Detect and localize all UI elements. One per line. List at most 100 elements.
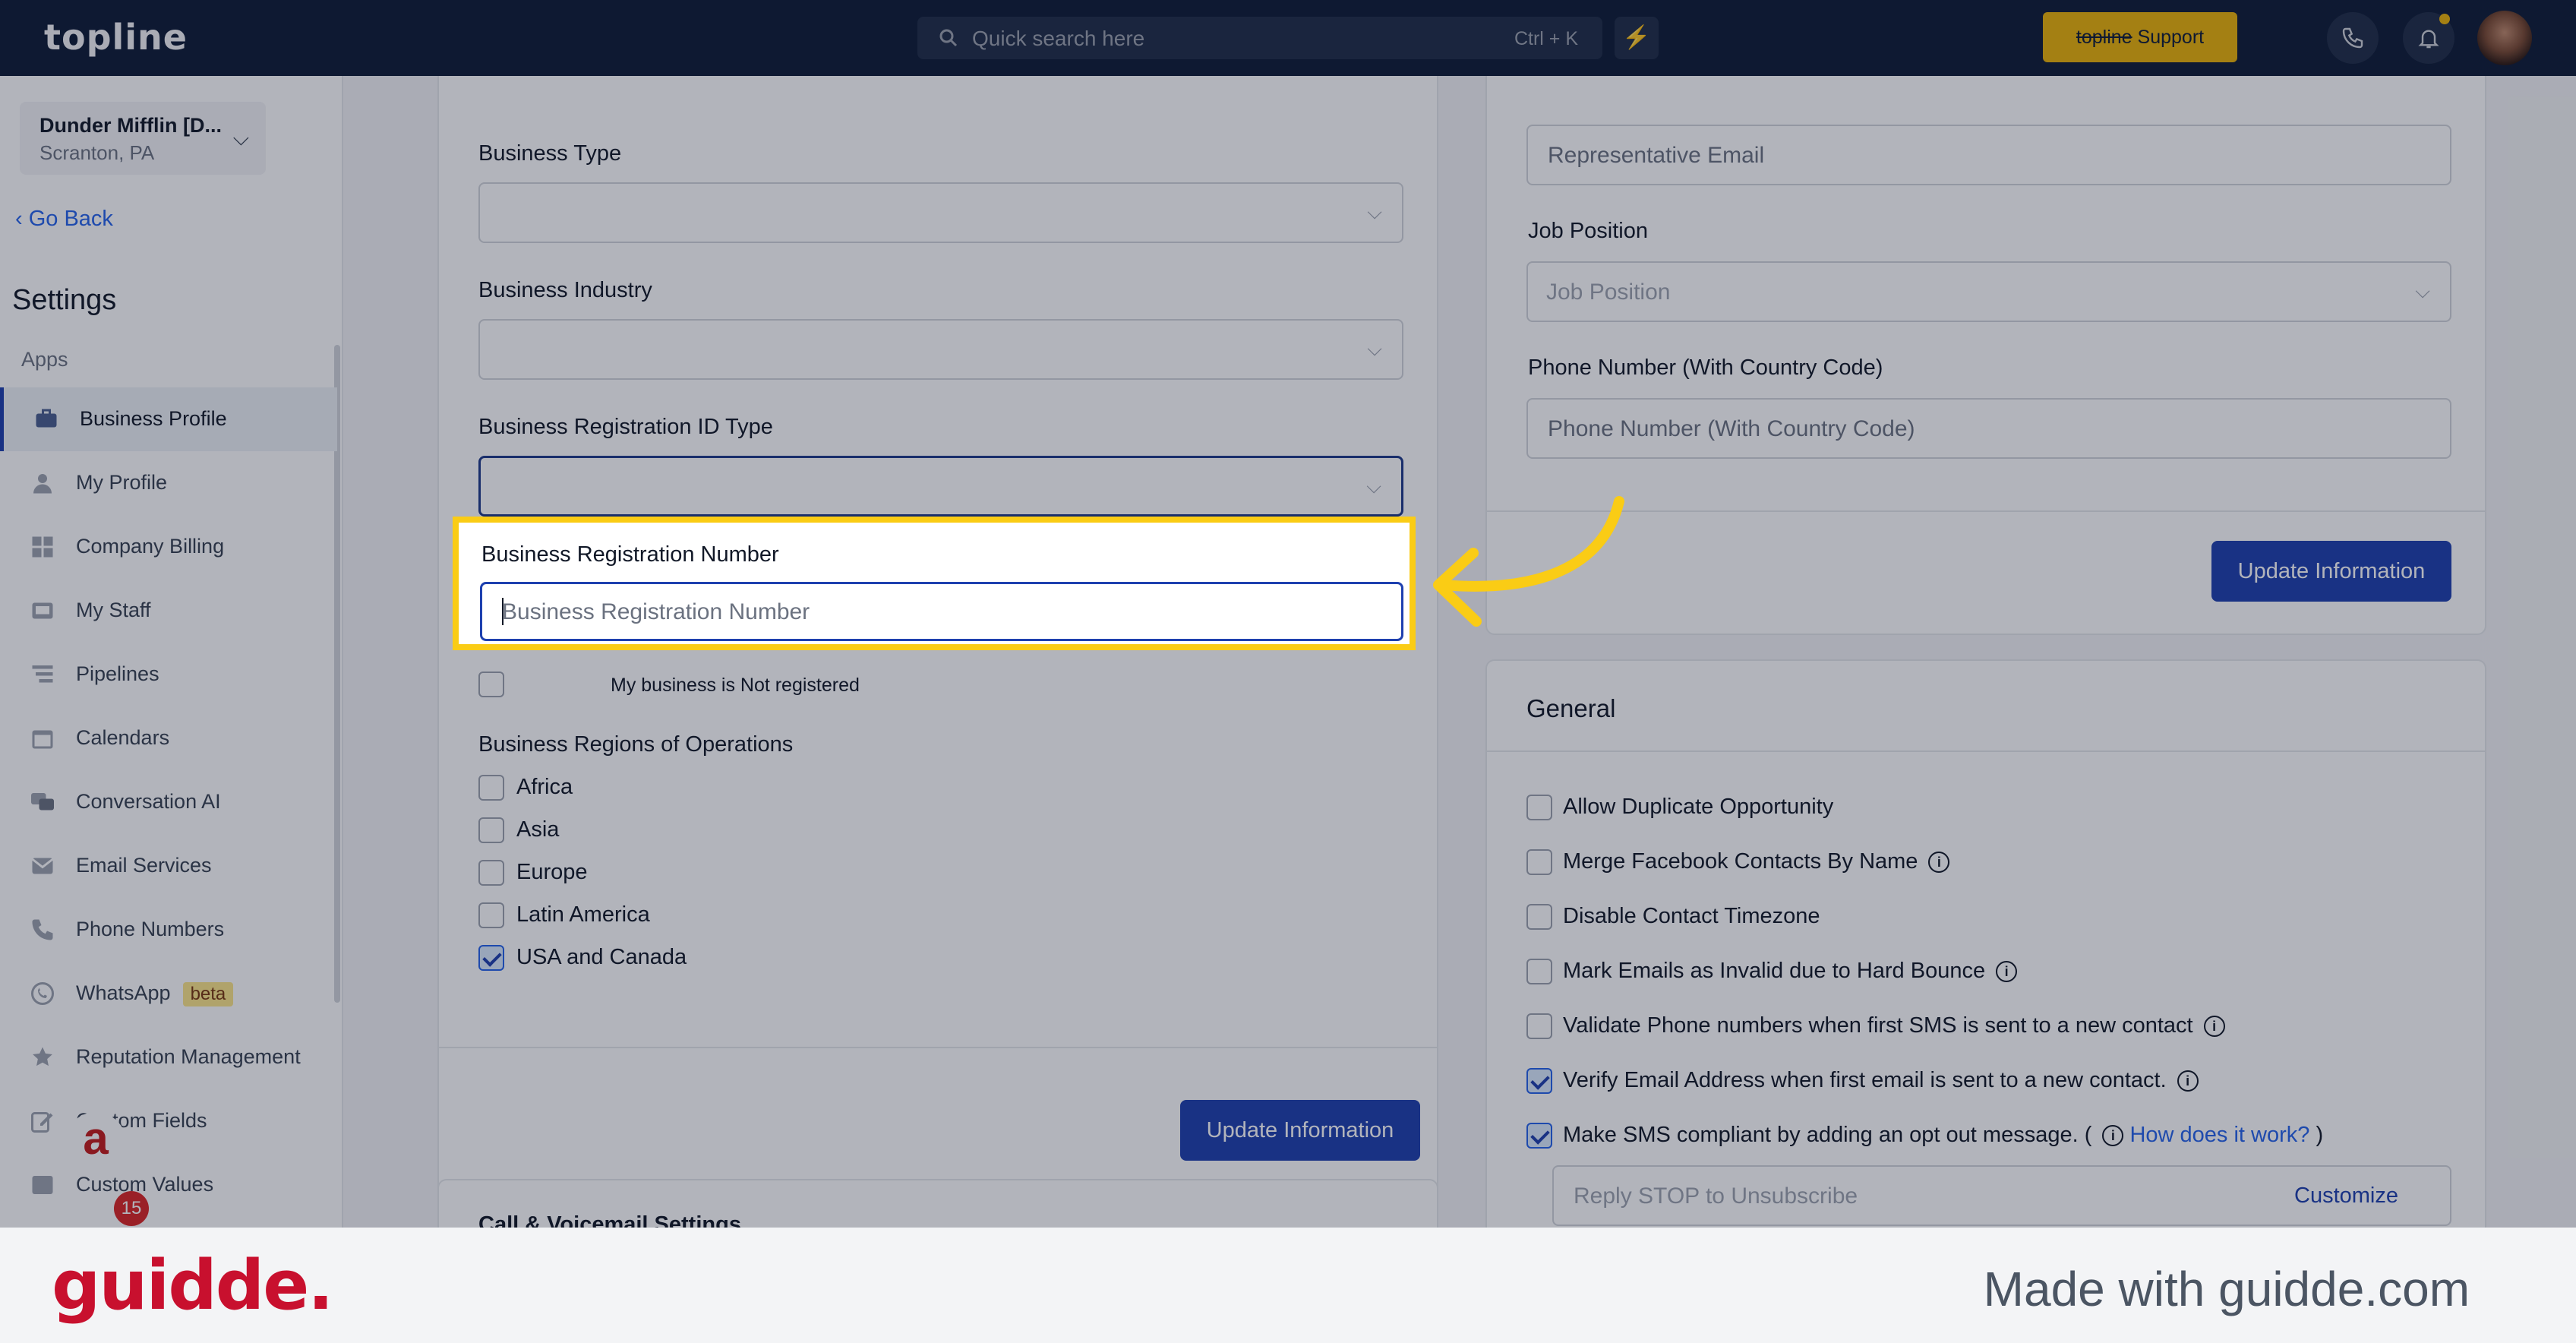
user-icon (33, 474, 52, 494)
info-icon[interactable]: i (1996, 961, 2018, 982)
phone-icon (2342, 27, 2363, 49)
pointer-arrow-icon (1433, 496, 1624, 627)
registration-id-type-label: Business Registration ID Type (478, 415, 773, 439)
edit-icon (31, 1112, 53, 1133)
how-does-it-work-link[interactable]: How does it work? (2129, 1123, 2309, 1147)
registration-number-input[interactable]: Business Registration Number (480, 582, 1403, 641)
not-registered-label: My business is Not registered (611, 675, 860, 696)
region-checkbox-latin-america[interactable] (478, 902, 504, 928)
verify-email-address-checkbox[interactable] (1526, 1068, 1552, 1094)
star-icon (33, 1047, 52, 1066)
merge-facebook-contacts-checkbox[interactable] (1526, 849, 1552, 875)
region-checkbox-europe[interactable] (478, 860, 504, 886)
representative-email-input[interactable]: Representative Email (1526, 125, 2451, 185)
update-information-button[interactable]: Update Information (1180, 1100, 1420, 1161)
support-brand: topline (2076, 27, 2132, 48)
sidebar-item-my-staff[interactable]: My Staff (0, 579, 337, 643)
sidebar-item-whatsapp[interactable]: WhatsApp beta (0, 962, 337, 1025)
phone-icon (32, 919, 53, 940)
sidebar-item-email-services[interactable]: Email Services (0, 834, 337, 898)
business-industry-label: Business Industry (478, 278, 652, 302)
option-label: Mark Emails as Invalid due to Hard Bounc… (1563, 959, 1986, 983)
search-icon (939, 29, 958, 47)
validate-phone-numbers-checkbox[interactable] (1526, 1013, 1552, 1039)
location-switcher[interactable]: Dunder Mifflin [D... Scranton, PA ⌵ (20, 102, 266, 175)
call-voicemail-title: Call & Voicemail Settings (478, 1212, 741, 1228)
pipeline-icon (32, 665, 53, 683)
bell-icon (2418, 30, 2439, 49)
sidebar-item-pipelines[interactable]: Pipelines (0, 643, 337, 706)
chevron-left-icon: ‹ (15, 207, 29, 231)
job-position-select[interactable]: Job Position ⌵ (1526, 261, 2451, 322)
chat-icon (31, 793, 54, 811)
guidde-footer: guidde. Made with guidde.com (0, 1228, 2576, 1343)
go-back-label: Go Back (28, 207, 113, 231)
main-content: Business Type ⌵ Business Industry ⌵ Busi… (343, 76, 2576, 1228)
phone-call-button[interactable] (2327, 12, 2379, 64)
allow-duplicate-opportunity-checkbox[interactable] (1526, 795, 1552, 820)
sidebar-item-phone-numbers[interactable]: Phone Numbers (0, 898, 337, 962)
chevron-down-icon: ⌵ (1367, 337, 1382, 360)
job-position-label: Job Position (1528, 219, 1648, 243)
option-row: Mark Emails as Invalid due to Hard Bounc… (1563, 959, 2018, 984)
sidebar-item-label: WhatsApp beta (76, 981, 234, 1006)
sidebar-item-company-billing[interactable]: Company Billing (0, 515, 337, 579)
business-type-select[interactable]: ⌵ (478, 182, 1403, 243)
region-checkbox-asia[interactable] (478, 817, 504, 843)
info-icon[interactable]: i (2177, 1070, 2199, 1092)
sms-compliant-checkbox[interactable] (1526, 1123, 1552, 1149)
go-back-link[interactable]: ‹ Go Back (15, 207, 113, 232)
info-icon[interactable]: i (2102, 1125, 2124, 1146)
divider (439, 1047, 1437, 1048)
lightning-icon[interactable]: ⚡ (1615, 17, 1659, 59)
general-settings-card: General Allow Duplicate Opportunity Merg… (1485, 659, 2486, 1228)
sidebar-item-custom-values[interactable]: Custom Values (0, 1153, 337, 1217)
customize-button[interactable]: Customize (2294, 1183, 2398, 1209)
chat-widget-launcher[interactable]: a (65, 1112, 126, 1173)
representative-email-placeholder: Representative Email (1548, 143, 1765, 168)
update-information-button[interactable]: Update Information (2211, 541, 2451, 602)
calendar-icon (32, 730, 53, 749)
app-logo[interactable]: topline (44, 17, 188, 58)
sidebar-item-my-profile[interactable]: My Profile (0, 451, 337, 515)
not-registered-checkbox[interactable] (478, 672, 504, 697)
paren-close: ) (2316, 1123, 2324, 1147)
sidebar-item-reputation-management[interactable]: Reputation Management (0, 1025, 337, 1089)
sidebar-item-label: Pipelines (76, 662, 159, 685)
business-industry-select[interactable]: ⌵ (478, 319, 1403, 380)
sidebar-item-label: Company Billing (76, 535, 225, 558)
sidebar-item-custom-fields[interactable]: Custom Fields (0, 1089, 337, 1153)
disable-contact-timezone-checkbox[interactable] (1526, 904, 1552, 930)
beta-badge: beta (182, 982, 234, 1006)
job-position-placeholder: Job Position (1546, 280, 1671, 305)
registration-id-type-select[interactable]: ⌵ (478, 456, 1403, 517)
support-button[interactable]: topline Support (2043, 12, 2237, 62)
option-label: Allow Duplicate Opportunity (1563, 795, 1834, 819)
top-bar: topline Quick search here Ctrl + K ⚡ top… (0, 0, 2576, 76)
region-checkbox-africa[interactable] (478, 775, 504, 801)
optout-message-input[interactable]: Reply STOP to Unsubscribe Customize (1552, 1165, 2451, 1226)
option-label: Merge Facebook Contacts By Name (1563, 849, 1918, 874)
call-voicemail-card: Call & Voicemail Settings (437, 1179, 1438, 1228)
staff-icon (32, 602, 53, 619)
avatar[interactable] (2477, 11, 2532, 65)
highlight-box: Business Registration Number Business Re… (453, 517, 1416, 650)
info-icon[interactable]: i (2203, 1016, 2225, 1037)
quick-search-bar[interactable]: Quick search here Ctrl + K (917, 17, 1602, 59)
phone-number-input[interactable]: Phone Number (With Country Code) (1526, 398, 2451, 459)
search-placeholder: Quick search here (972, 27, 1145, 50)
regions-label: Business Regions of Operations (478, 732, 794, 757)
region-checkbox-usa-canada[interactable] (478, 945, 504, 971)
info-icon[interactable]: i (1928, 852, 1950, 873)
chevron-down-icon: ⌵ (2415, 280, 2430, 302)
sidebar-item-label: Phone Numbers (76, 918, 225, 940)
mark-emails-invalid-checkbox[interactable] (1526, 959, 1552, 984)
sidebar-item-business-profile[interactable]: Business Profile (0, 387, 337, 451)
chevron-down-icon: ⌵ (1367, 201, 1382, 223)
sidebar-item-calendars[interactable]: Calendars (0, 706, 337, 770)
briefcase-icon (36, 409, 57, 428)
search-shortcut: Ctrl + K (1514, 28, 1578, 49)
whatsapp-label: WhatsApp (76, 981, 171, 1004)
sidebar-item-conversation-ai[interactable]: Conversation AI (0, 770, 337, 834)
sidebar-item-label: Reputation Management (76, 1045, 301, 1068)
